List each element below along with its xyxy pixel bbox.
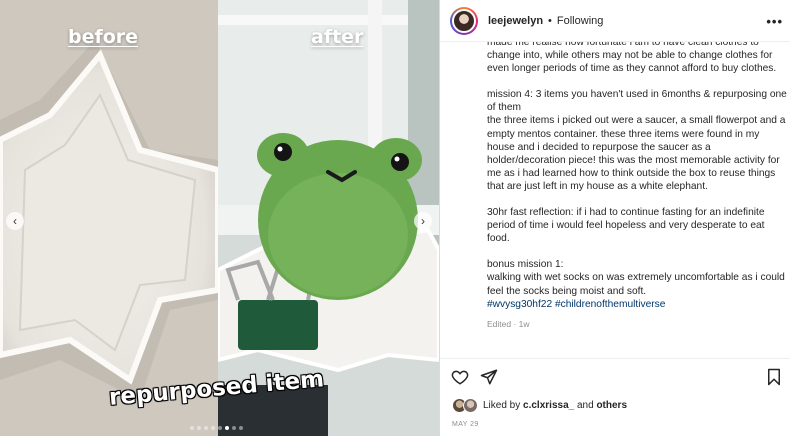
chevron-left-icon: ‹ — [13, 214, 17, 228]
likes-summary: Liked by c.clxrissa_ and others — [452, 398, 627, 413]
liker-username[interactable]: c.clxrissa_ — [523, 400, 574, 411]
following-button[interactable]: Following — [557, 15, 603, 27]
post-details-panel: leejewelyn • Following ••• made me reali… — [439, 0, 790, 436]
carousel-dot — [218, 426, 222, 430]
crochet-frog-illustration — [218, 0, 439, 436]
share-icon[interactable] — [480, 368, 498, 386]
post-header: leejewelyn • Following ••• — [440, 0, 790, 42]
caption-paragraph: mission 4: 3 items you haven't used in 6… — [487, 89, 787, 192]
caption-paragraph: bonus mission 1: walking with wet socks … — [487, 259, 785, 297]
carousel-dot — [190, 426, 194, 430]
header-separator: • — [548, 14, 552, 27]
chevron-right-icon: › — [421, 214, 425, 228]
carousel-dot — [225, 426, 229, 430]
bookmark-icon[interactable] — [765, 368, 783, 386]
carousel-dot — [239, 426, 243, 430]
likes-and: and — [576, 400, 594, 411]
author-avatar[interactable] — [450, 6, 478, 35]
caption-paragraph: made me realise how fortunate i am to ha… — [487, 42, 777, 75]
carousel-dot — [197, 426, 201, 430]
carousel-prev-button[interactable]: ‹ — [6, 212, 24, 230]
carousel-dot — [232, 426, 236, 430]
before-photo — [0, 0, 218, 436]
likes-prefix: Liked by — [483, 400, 521, 411]
hashtag-links[interactable]: #wvysg30hf22 #childrenofthemultiverse — [487, 298, 787, 311]
edited-timestamp: Edited · 1w — [487, 318, 530, 329]
likes-others-link[interactable]: others — [596, 400, 627, 411]
caption-paragraph: 30hr fast reflection: if i had to contin… — [487, 207, 768, 245]
after-photo — [218, 0, 439, 436]
carousel-indicator — [190, 426, 243, 430]
heart-icon[interactable] — [451, 368, 469, 386]
post-actions-bar — [440, 358, 790, 392]
post-media-carousel[interactable]: before after repurposed item ‹ › — [0, 0, 439, 436]
star-saucer-illustration — [0, 0, 218, 436]
carousel-dot — [211, 426, 215, 430]
avatar-image — [452, 8, 476, 33]
likes-text: Liked by c.clxrissa_ and others — [483, 400, 627, 411]
before-label: before — [68, 26, 139, 48]
more-options-icon[interactable]: ••• — [766, 14, 783, 29]
post-caption-scroll[interactable]: made me realise how fortunate i am to ha… — [487, 42, 787, 338]
carousel-dot — [204, 426, 208, 430]
carousel-next-button[interactable]: › — [414, 212, 432, 230]
post-date[interactable]: MAY 29 — [452, 421, 479, 428]
liker-avatar — [463, 398, 478, 413]
after-label: after — [311, 26, 364, 48]
author-username[interactable]: leejewelyn — [488, 15, 543, 27]
